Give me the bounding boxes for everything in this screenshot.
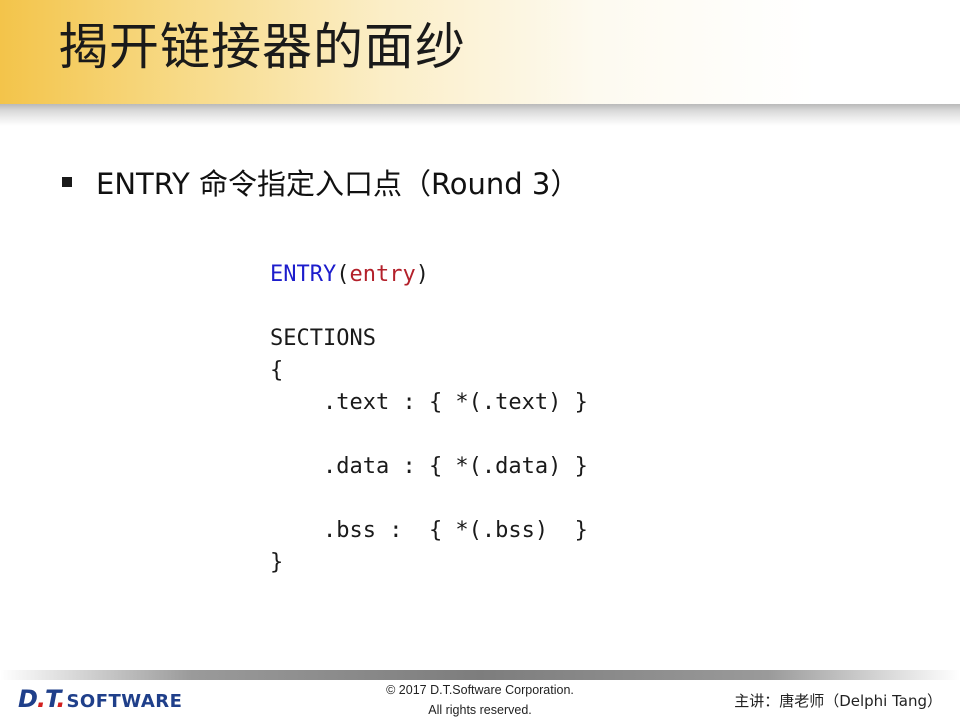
title-shadow — [0, 104, 960, 126]
presenter-credit: 主讲：唐老师（Delphi Tang） — [734, 692, 942, 710]
code-block: ENTRY(entry) SECTIONS { .text : { *(.tex… — [270, 259, 588, 579]
square-bullet-icon — [62, 177, 72, 187]
code-entry-argument: entry — [349, 262, 416, 287]
code-entry-close-paren: ) — [415, 262, 429, 287]
code-entry-keyword: ENTRY — [270, 262, 337, 287]
logo-dt-mark: D.T. — [18, 685, 65, 713]
code-close-brace: } — [270, 550, 284, 575]
logo-software-text: SOFTWARE — [66, 691, 183, 712]
footer-divider — [0, 670, 960, 680]
bullet-text: ENTRY 命令指定入口点（Round 3） — [96, 167, 580, 201]
code-open-brace: { — [270, 358, 284, 383]
code-entry-open-paren: ( — [336, 262, 350, 287]
copyright-line-1: © 2017 D.T.Software Corporation. — [386, 683, 574, 697]
copyright-notice: © 2017 D.T.Software Corporation. All rig… — [320, 680, 640, 720]
copyright-line-2: All rights reserved. — [428, 703, 532, 717]
code-data-section-line: .data : { *(.data) } — [270, 454, 588, 479]
code-sections-keyword: SECTIONS — [270, 326, 376, 351]
slide-title: 揭开链接器的面纱 — [58, 18, 466, 76]
dt-software-logo: D.T. SOFTWARE — [18, 685, 182, 713]
code-bss-section-line: .bss : { *(.bss) } — [270, 518, 588, 543]
bullet-item: ENTRY 命令指定入口点（Round 3） — [62, 160, 579, 204]
code-text-section-line: .text : { *(.text) } — [270, 390, 588, 415]
